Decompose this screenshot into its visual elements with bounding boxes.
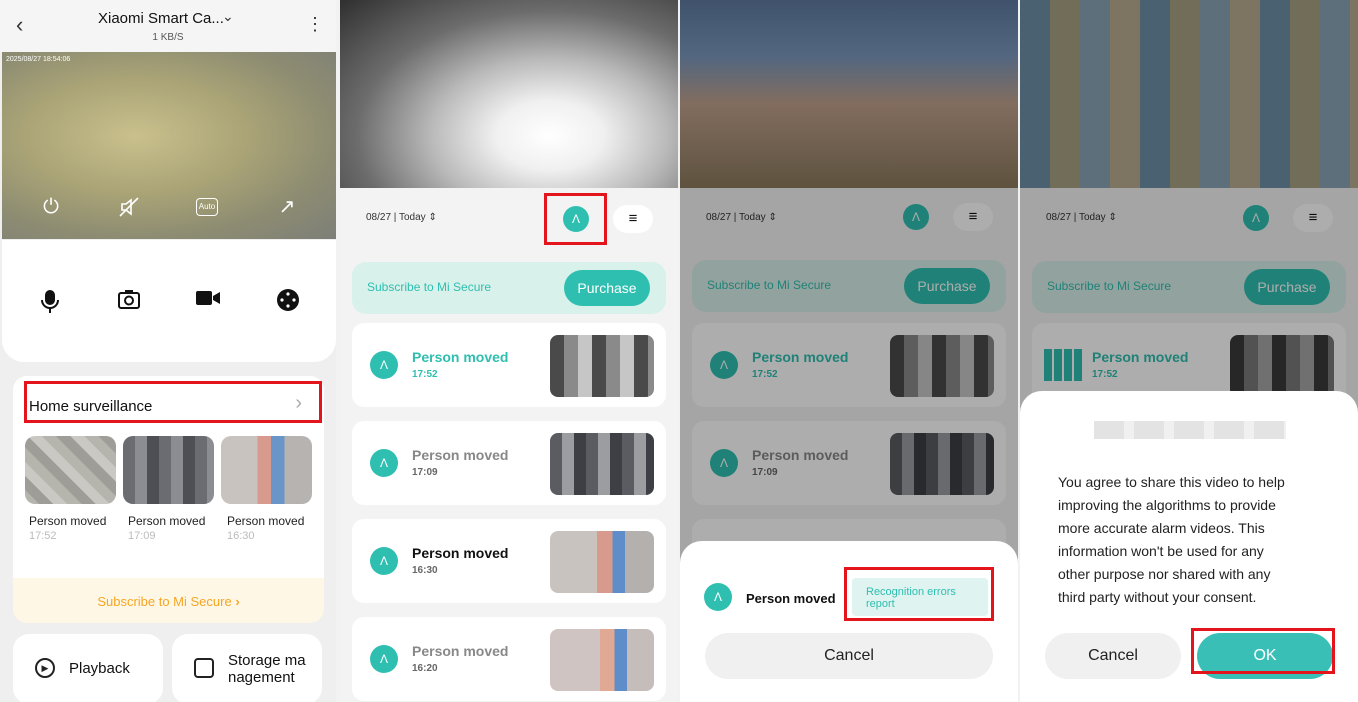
chevron-right-icon[interactable]: › <box>295 392 302 415</box>
chevron-down-icon[interactable]: ⌄ <box>222 8 234 25</box>
dialog-line: You agree to share this video to help <box>1058 474 1285 490</box>
list-view-icon[interactable]: ≡ <box>613 205 653 233</box>
video-record-icon[interactable] <box>195 288 221 314</box>
event-thumbnail <box>550 433 654 495</box>
event-time: 17:52 <box>412 369 438 380</box>
event-thumbnail[interactable] <box>221 436 312 504</box>
auto-quality-icon[interactable]: Auto <box>196 194 222 220</box>
home-surveillance-card: Home surveillance › Person moved 17:52 P… <box>13 376 324 623</box>
video-timestamp: 2025/08/27 18:54:06 <box>6 56 71 63</box>
thumb-label: Person moved <box>227 514 305 528</box>
top-bar: ‹ Xiaomi Smart Ca... ⌄ 1 KB/S ⋮ <box>0 0 336 52</box>
dialog-message: You agree to share this video to help im… <box>1058 471 1285 609</box>
live-video[interactable]: 2025/08/27 18:54:06 ⏻ Auto ↗ <box>2 52 336 239</box>
event-title: Person moved <box>412 349 509 365</box>
playback-button[interactable]: ▶ Playback <box>13 634 163 702</box>
storage-label-line1: Storage ma <box>228 652 306 669</box>
event-thumbnail <box>550 531 654 593</box>
thumb-label: Person moved <box>29 514 107 528</box>
network-speed: 1 KB/S <box>152 32 184 43</box>
playback-label: Playback <box>69 660 130 677</box>
person-icon: Λ <box>370 547 398 575</box>
microphone-icon[interactable] <box>37 288 63 314</box>
event-time: 17:09 <box>412 467 438 478</box>
play-icon: ▶ <box>35 658 55 678</box>
event-thumbnail[interactable] <box>25 436 116 504</box>
device-title[interactable]: Xiaomi Smart Ca... <box>98 10 224 27</box>
ok-button[interactable]: OK <box>1197 633 1333 679</box>
dialog-line: third party without your consent. <box>1058 589 1257 605</box>
event-thumbnail <box>550 335 654 397</box>
dialog-line: information won't be used for any <box>1058 543 1264 559</box>
home-surveillance-title[interactable]: Home surveillance <box>29 398 152 415</box>
thumb-time: 17:52 <box>29 530 57 542</box>
event-title: Person moved <box>412 545 509 561</box>
subscribe-banner: Subscribe to Mi Secure Purchase <box>352 262 666 314</box>
person-icon: Λ <box>370 449 398 477</box>
report-label-line2: report <box>866 598 895 610</box>
subscribe-text: Subscribe to Mi Secure <box>367 280 492 294</box>
dialog-line: other purpose nor shared with any <box>1058 566 1271 582</box>
event-time: 16:20 <box>412 663 438 674</box>
camera-preview[interactable] <box>340 0 678 188</box>
events-list-panel: 08/27 | Today ⇕ Λ ≡ Subscribe to Mi Secu… <box>340 0 678 702</box>
chevron-right-icon: › <box>235 594 240 609</box>
cancel-button[interactable]: Cancel <box>705 633 993 679</box>
consent-dialog: You agree to share this video to help im… <box>1020 391 1358 702</box>
date-selector: 08/27 | Today <box>366 212 426 223</box>
auto-label: Auto <box>196 198 218 216</box>
storage-label-line2: nagement <box>228 669 295 686</box>
storage-icon <box>194 658 214 678</box>
sort-icon: ⇕ <box>428 212 437 223</box>
recognition-errors-report-button[interactable]: Recognition errors report <box>852 578 988 616</box>
action-sheet: Λ Person moved Recognition errors report … <box>680 541 1018 702</box>
storage-management-button[interactable]: Storage ma nagement <box>172 634 322 702</box>
event-thumbnail <box>550 629 654 691</box>
thumb-time: 16:30 <box>227 530 255 542</box>
subscribe-label: Subscribe to Mi Secure <box>97 594 232 609</box>
event-time: 16:30 <box>412 565 438 576</box>
control-card <box>2 240 336 362</box>
event-item[interactable]: Λ Person moved 16:30 <box>352 519 666 603</box>
person-icon: Λ <box>370 351 398 379</box>
purchase-button[interactable]: Purchase <box>564 270 650 306</box>
dialog-line: improving the algorithms to provide <box>1058 497 1276 513</box>
event-thumbnail[interactable] <box>123 436 214 504</box>
consent-dialog-panel: 08/27 | Today ⇕ Λ ≡ Subscribe to Mi Secu… <box>1020 0 1358 702</box>
more-options-icon[interactable]: ⋮ <box>306 14 324 35</box>
person-icon: Λ <box>704 583 732 611</box>
event-item[interactable]: Λ Person moved 17:09 <box>352 421 666 505</box>
sheet-event-title: Person moved <box>746 591 836 606</box>
mute-icon[interactable] <box>116 194 142 220</box>
subscribe-strip[interactable]: Subscribe to Mi Secure › <box>13 578 324 623</box>
camera-snapshot-icon[interactable] <box>116 288 142 314</box>
cancel-button[interactable]: Cancel <box>1045 633 1181 679</box>
camera-home-panel: ‹ Xiaomi Smart Ca... ⌄ 1 KB/S ⋮ 2025/08/… <box>0 0 336 702</box>
dialog-title-placeholder <box>1094 421 1286 439</box>
person-icon: Λ <box>370 645 398 673</box>
power-icon[interactable]: ⏻ <box>38 194 64 220</box>
report-label-line1: Recognition errors <box>866 586 956 598</box>
fullscreen-icon[interactable]: ↗ <box>274 194 300 220</box>
ai-filter-icon[interactable]: Λ <box>563 206 589 232</box>
pan-tilt-icon[interactable] <box>275 288 301 314</box>
thumb-label: Person moved <box>128 514 206 528</box>
event-item[interactable]: Λ Person moved 16:20 <box>352 617 666 701</box>
dialog-line: more accurate alarm videos. This <box>1058 520 1265 536</box>
event-title: Person moved <box>412 643 509 659</box>
event-title: Person moved <box>412 447 509 463</box>
thumb-time: 17:09 <box>128 530 156 542</box>
event-action-sheet-panel: 08/27 | Today ⇕ Λ ≡ Subscribe to Mi Secu… <box>680 0 1018 702</box>
event-item[interactable]: Λ Person moved 17:52 <box>352 323 666 407</box>
